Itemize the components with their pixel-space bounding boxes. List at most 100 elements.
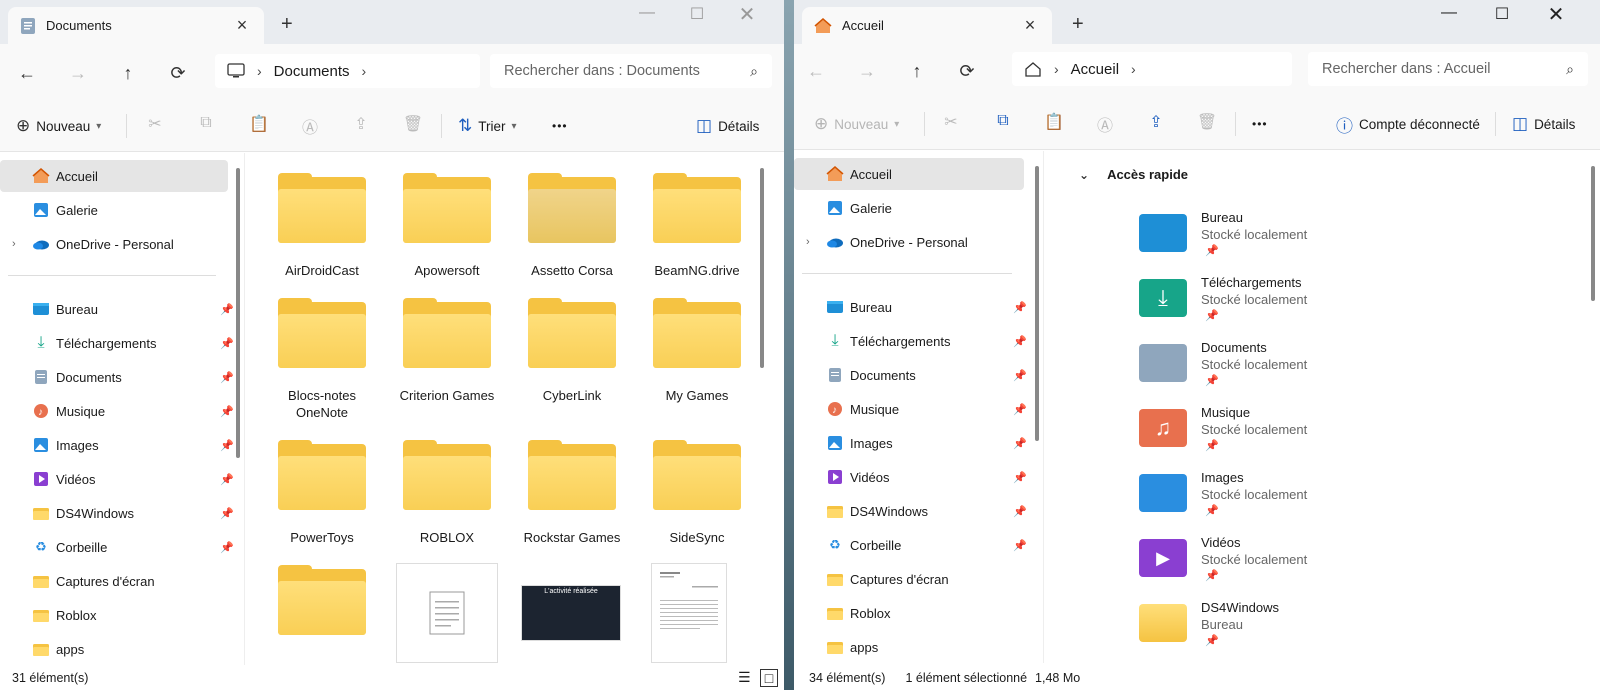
sidebar-item-onedrive[interactable]: › OneDrive - Personal [794,226,1043,258]
sidebar-item-documents[interactable]: Documents 📌 [794,359,1043,391]
folder-icon[interactable] [651,173,743,245]
folder-label[interactable]: CyberLink [512,387,632,404]
sidebar-item-ds4windows[interactable]: DS4Windows 📌 [794,495,1043,527]
content-scrollbar[interactable] [760,168,764,368]
sidebar-item-musique[interactable]: ♪ Musique 📌 [794,393,1043,425]
folder-label[interactable]: ROBLOX [387,529,507,546]
tab-documents[interactable]: Documents × [8,7,264,44]
folder-label[interactable]: Blocs-notes OneNote [262,387,382,421]
sidebar-item-roblox[interactable]: Roblox [0,599,244,631]
folder-label[interactable]: AirDroidCast [262,262,382,279]
quick-access-item-telechargements[interactable]: ⤓ Téléchargements Stocké localement 📌 [1139,275,1439,335]
address-bar[interactable]: › Accueil › [1012,52,1292,86]
quick-access-item-bureau[interactable]: Bureau Stocké localement 📌 [1139,210,1439,270]
content-scrollbar[interactable] [1591,166,1595,301]
chevron-right-icon[interactable]: › [1131,61,1136,77]
folder-label[interactable]: Assetto Corsa [512,262,632,279]
sidebar-item-corbeille[interactable]: ♻ Corbeille 📌 [794,529,1043,561]
folder-label[interactable]: PowerToys [262,529,382,546]
tab-close-button[interactable]: × [1020,15,1040,36]
folder-label[interactable]: SideSync [637,529,757,546]
folder-label[interactable]: My Games [637,387,757,404]
quick-access-item-documents[interactable]: Documents Stocké localement 📌 [1139,340,1439,400]
search-input[interactable] [504,63,751,79]
new-button[interactable]: ⊕ Nouveau ▾ [16,112,101,140]
breadcrumb-accueil[interactable]: Accueil [1071,61,1119,78]
sidebar-item-onedrive[interactable]: › OneDrive - Personal [0,228,244,260]
sidebar-item-galerie[interactable]: Galerie [794,192,1043,224]
folder-icon[interactable] [276,173,368,245]
back-button[interactable]: ← [802,58,830,84]
folder-icon[interactable] [276,440,368,512]
sidebar-item-corbeille[interactable]: ♻ Corbeille 📌 [0,531,244,563]
delete-icon[interactable]: 🗑 [1196,112,1218,134]
new-tab-button[interactable]: + [1072,13,1084,36]
quick-access-item-videos[interactable]: ▶ Vidéos Stocké localement 📌 [1139,535,1439,595]
cut-icon[interactable]: ✂ [940,112,962,134]
folder-icon[interactable] [526,440,618,512]
folder-icon[interactable] [526,298,618,370]
chevron-right-icon[interactable]: › [806,236,810,248]
close-window-button[interactable]: ✕ [1531,2,1581,27]
letter-file-thumbnail[interactable] [651,563,727,663]
search-box[interactable]: ⌕ [490,54,772,88]
folder-label[interactable]: BeamNG.drive [637,262,757,279]
sidebar-item-captures[interactable]: Captures d'écran [794,563,1043,595]
refresh-button[interactable]: ⟳ [164,60,192,86]
paste-icon[interactable]: 📋 [1043,112,1065,134]
sidebar-item-roblox[interactable]: Roblox [794,597,1043,629]
maximize-button[interactable]: ☐ [1477,4,1527,24]
chevron-right-icon[interactable]: › [12,238,16,250]
folder-icon[interactable] [401,298,493,370]
breadcrumb-documents[interactable]: Documents [274,63,350,80]
sidebar-item-images[interactable]: Images 📌 [0,429,244,461]
share-icon[interactable]: ⇪ [350,114,372,136]
sidebar-item-accueil[interactable]: Accueil [794,158,1024,190]
paste-icon[interactable]: 📋 [248,114,270,136]
account-status-button[interactable]: ⓘ Compte déconnecté [1336,110,1480,138]
folder-icon[interactable] [651,298,743,370]
folder-icon[interactable] [401,173,493,245]
sort-button[interactable]: ⇅ Trier ▾ [458,112,517,140]
quick-access-item-ds4windows[interactable]: DS4Windows Bureau 📌 [1139,600,1439,660]
close-window-button[interactable]: ✕ [722,2,772,27]
up-button[interactable]: ↑ [903,58,931,84]
delete-icon[interactable]: 🗑 [402,114,424,136]
sidebar-item-bureau[interactable]: Bureau 📌 [794,291,1043,323]
folder-label[interactable]: Apowersoft [387,262,507,279]
maximize-button[interactable]: ☐ [672,4,722,24]
tab-accueil[interactable]: Accueil × [802,7,1052,44]
more-options-button[interactable]: ••• [1252,110,1268,138]
folder-label[interactable]: Rockstar Games [512,529,632,546]
up-button[interactable]: ↑ [114,60,142,86]
sidebar-item-telechargements[interactable]: ⤓ Téléchargements 📌 [794,325,1043,357]
folder-label[interactable]: Criterion Games [387,387,507,404]
search-input[interactable] [1322,61,1567,77]
refresh-button[interactable]: ⟳ [953,58,981,84]
address-bar[interactable]: › Documents › [215,54,480,88]
folder-icon[interactable] [401,440,493,512]
sidebar-item-captures[interactable]: Captures d'écran [0,565,244,597]
cut-icon[interactable]: ✂ [144,114,166,136]
sidebar-item-ds4windows[interactable]: DS4Windows 📌 [0,497,244,529]
rename-icon[interactable]: Ⓐ [299,114,321,137]
new-button[interactable]: ⊕ Nouveau ▾ [814,110,899,138]
new-tab-button[interactable]: + [281,13,293,36]
sidebar-item-videos[interactable]: Vidéos 📌 [0,463,244,495]
share-icon[interactable]: ⇪ [1145,112,1167,134]
quick-access-item-images[interactable]: Images Stocké localement 📌 [1139,470,1439,530]
text-file-thumbnail[interactable] [396,563,498,663]
sidebar-item-images[interactable]: Images 📌 [794,427,1043,459]
more-options-button[interactable]: ••• [552,112,568,140]
forward-button[interactable]: → [64,60,92,86]
minimize-button[interactable]: — [1424,4,1474,22]
folder-icon[interactable] [276,565,368,637]
sidebar-item-apps[interactable]: apps [794,631,1043,663]
quick-access-header[interactable]: ⌄ Accès rapide [1079,167,1188,182]
rename-icon[interactable]: Ⓐ [1094,112,1116,135]
sidebar-item-videos[interactable]: Vidéos 📌 [794,461,1043,493]
tiles-view-icon[interactable]: □ [760,668,778,687]
sidebar-item-galerie[interactable]: Galerie [0,194,244,226]
sidebar-item-telechargements[interactable]: ⤓ Téléchargements 📌 [0,327,244,359]
list-view-icon[interactable]: ☰ [738,669,751,686]
